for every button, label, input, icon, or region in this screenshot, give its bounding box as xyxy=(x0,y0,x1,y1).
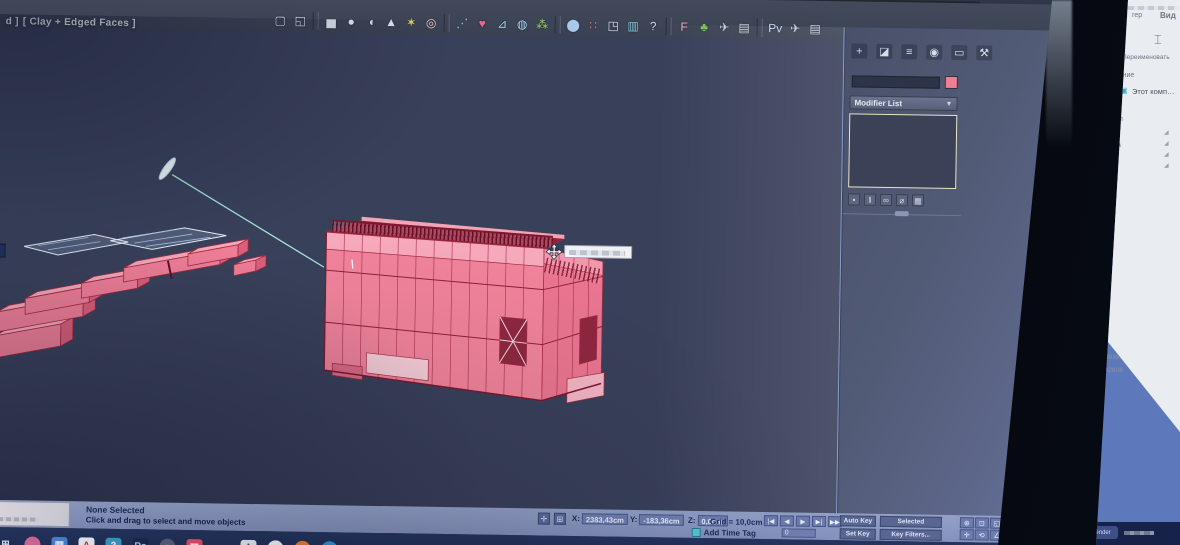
tree-expander-icons: ◢ ◢ ◢ ◢ xyxy=(1164,130,1169,169)
next-frame-button[interactable]: ▶| xyxy=(811,515,826,528)
prompt-line: Click and drag to select and move object… xyxy=(85,515,246,527)
view-menu-item[interactable]: Вид xyxy=(1160,11,1176,20)
chevron-down-icon: ▼ xyxy=(945,100,953,108)
photo-of-dual-monitor-setup: ▢ ◱ ▅ ● ◖ ▲ ✶ ◎ ⋰ ♥ ⊿ ◍ ⁂ ⬤ ∷ ◳ ▥ ? F ♣ … xyxy=(0,0,1180,545)
make-unique-button[interactable]: ∞ xyxy=(879,193,893,207)
app-browser-icon[interactable] xyxy=(24,536,41,545)
playback-controls: |◀ ◀ ▶ ▶| ▶▶ xyxy=(763,515,842,528)
selected-mode-dropdown[interactable]: Selected xyxy=(879,515,942,528)
app-sphere-icon[interactable]: ● xyxy=(159,538,176,545)
zoom-icon[interactable]: ⊕ xyxy=(959,517,974,529)
modifier-stack-buttons: ▪ ‖ ∞ ⌀ ▦ xyxy=(847,193,925,207)
app-person-icon[interactable]: ♟ xyxy=(240,539,257,545)
this-pc-item[interactable]: Этот комп… xyxy=(1132,87,1175,96)
x-label: X: xyxy=(571,514,580,524)
selection-lock-toggle[interactable]: ✛ xyxy=(537,512,551,525)
z-label: Z: xyxy=(687,515,696,525)
explorer-text-fragment: гер xyxy=(1132,12,1143,19)
start-button[interactable]: ⊞ xyxy=(0,536,14,545)
y-label: Y: xyxy=(629,514,638,525)
set-key-button[interactable]: Set Key xyxy=(839,528,876,540)
app-settings-icon[interactable]: ◍ xyxy=(294,540,311,545)
absolute-mode-toggle[interactable]: ⊞ xyxy=(553,512,567,525)
maxscript-mini-listener[interactable] xyxy=(0,500,71,528)
system-tray: ♪ ⌨ ENG 8:53:19 13.05.2020 ▭ xyxy=(871,541,974,545)
auto-key-button[interactable]: Auto Key xyxy=(839,515,877,527)
pin-stack-button[interactable]: ▪ xyxy=(847,193,861,206)
object-color-swatch[interactable] xyxy=(944,75,958,90)
explorer-title-smudge xyxy=(1128,6,1178,10)
modifier-list-label: Modifier List xyxy=(854,97,903,108)
app-mail-icon[interactable]: ▥ xyxy=(51,536,68,545)
modifier-list-dropdown[interactable]: Modifier List ▼ xyxy=(849,95,958,112)
rename-label[interactable]: Переименовать xyxy=(1122,54,1170,61)
tab-create[interactable]: + xyxy=(851,43,868,59)
current-frame-field[interactable]: 0 xyxy=(781,528,816,538)
remove-modifier-button[interactable]: ⌀ xyxy=(895,194,909,207)
app-photoshop-icon[interactable]: Ps xyxy=(132,538,149,545)
previous-frame-button[interactable]: ◀ xyxy=(779,515,795,527)
modifier-stack[interactable] xyxy=(848,113,958,190)
tab-hierarchy[interactable]: ≡ xyxy=(901,44,918,60)
add-time-tag-label: Add Time Tag xyxy=(703,528,756,538)
app-warning-icon[interactable]: ▲ xyxy=(213,539,229,545)
taskbar-text-smudge xyxy=(1124,531,1154,535)
command-panel-tabs: + ◪ ≡ ◉ ▭ ⚒ xyxy=(851,43,993,61)
time-tag-icon xyxy=(691,527,701,538)
selection-status: None Selected xyxy=(85,504,145,516)
text-cursor-icon: ⌶ xyxy=(1154,32,1162,47)
tab-motion[interactable]: ◉ xyxy=(926,44,943,60)
app-acrobat-icon[interactable]: A xyxy=(78,537,95,545)
animation-keying-controls: Auto Key Selected Set Key Key Filters... xyxy=(839,515,958,541)
grid-size-label: Grid = 10,0cm xyxy=(709,517,763,528)
tooltip-text-smudge xyxy=(569,249,626,256)
screen-edge-glare xyxy=(1046,0,1072,150)
app-revit-icon[interactable]: ▦ xyxy=(186,538,203,545)
tab-display[interactable]: ▭ xyxy=(951,44,968,61)
scene-3d-model[interactable] xyxy=(0,14,845,513)
x-coordinate: X: 2383,43cm xyxy=(572,513,628,525)
pink-box-row[interactable] xyxy=(0,235,267,362)
add-time-tag[interactable]: Add Time Tag xyxy=(691,527,756,538)
go-to-start-button[interactable]: |◀ xyxy=(763,515,779,527)
play-button[interactable]: ▶ xyxy=(795,515,810,527)
rollout-handle[interactable] xyxy=(894,211,909,217)
pan-icon[interactable]: ✛ xyxy=(959,529,974,541)
object-tooltip xyxy=(564,244,633,259)
main-monitor: ▢ ◱ ▅ ● ◖ ▲ ✶ ◎ ⋰ ♥ ⊿ ◍ ⁂ ⬤ ∷ ◳ ▥ ? F ♣ … xyxy=(0,0,1056,545)
perspective-viewport[interactable]: d ][ Clay + Edged Faces ] xyxy=(0,13,845,514)
app-corel-icon[interactable]: C xyxy=(321,541,338,545)
orbit-icon[interactable]: ⟲ xyxy=(974,529,989,541)
listener-text-smudge xyxy=(0,517,38,522)
app-firefox-icon[interactable]: ● xyxy=(267,540,284,545)
tab-modify[interactable]: ◪ xyxy=(876,43,893,60)
object-name-field[interactable] xyxy=(851,75,940,89)
show-end-result-button[interactable]: ‖ xyxy=(863,193,877,206)
app-3dsmax-icon[interactable]: 3 xyxy=(105,537,122,545)
zoom-all-icon[interactable]: ⊡ xyxy=(974,517,989,529)
configure-modifier-sets-button[interactable]: ▦ xyxy=(911,194,925,207)
key-filters-button[interactable]: Key Filters... xyxy=(879,528,942,541)
3dsmax-window: ▢ ◱ ▅ ● ◖ ▲ ✶ ◎ ⋰ ♥ ⊿ ◍ ⁂ ⬤ ∷ ◳ ▥ ? F ♣ … xyxy=(0,0,1056,545)
tab-utilities[interactable]: ⚒ xyxy=(976,45,993,61)
taskbar-apps: ⊞ ▥ A 3 Ps ● ▦ xyxy=(0,536,338,545)
x-value-field[interactable]: 2383,43cm xyxy=(581,513,628,525)
